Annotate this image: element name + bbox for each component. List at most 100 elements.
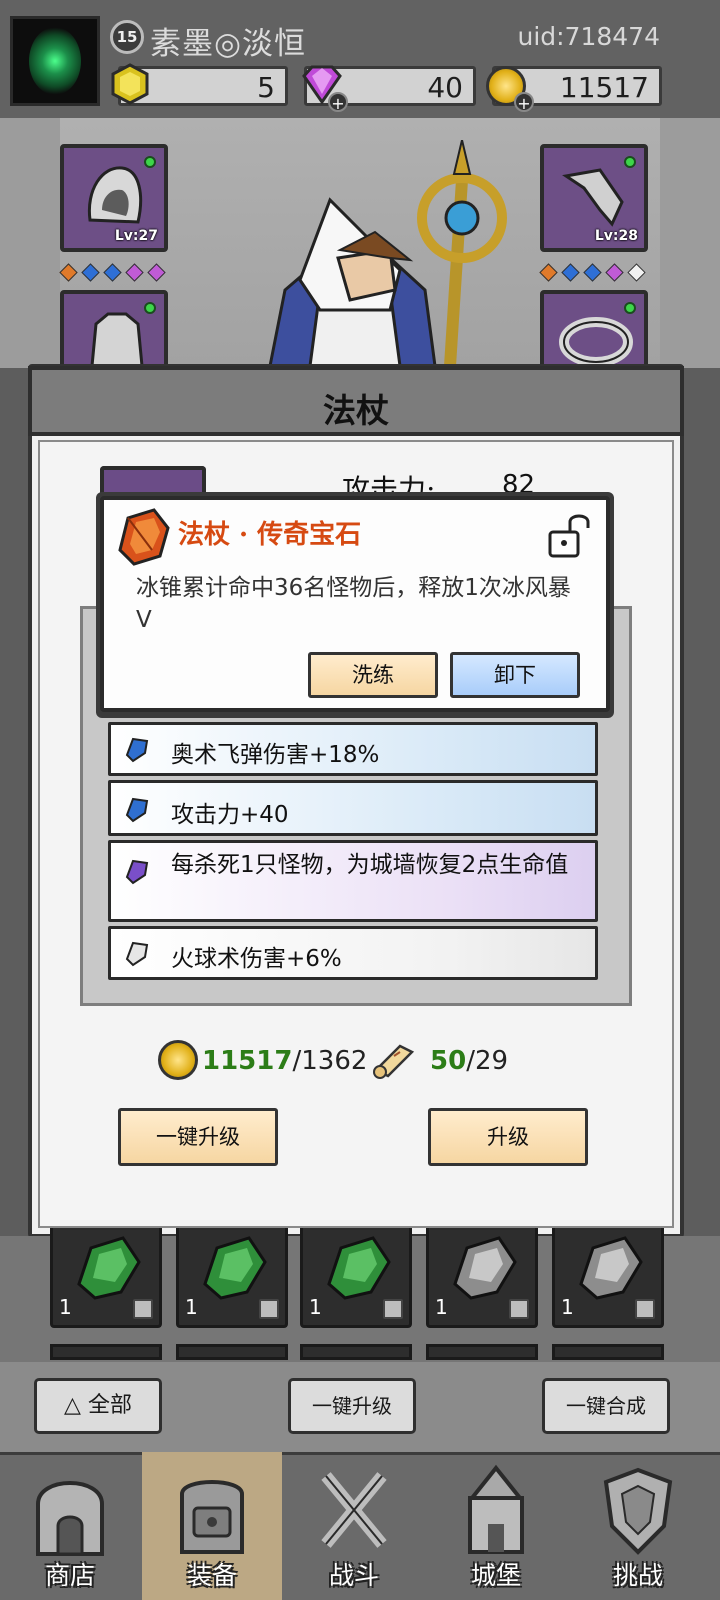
white-gem-icon: [453, 1236, 517, 1300]
affix-row: 每杀死1只怪物，为城墙恢复2点生命值: [108, 840, 598, 922]
equip-slot-ring[interactable]: [540, 290, 648, 370]
equip-slot-robe[interactable]: [60, 290, 168, 370]
player-avatar[interactable]: [10, 16, 100, 106]
nav-equipment[interactable]: 装备: [142, 1452, 282, 1600]
nav-challenge[interactable]: 挑战: [568, 1452, 708, 1600]
green-gem-icon: [327, 1236, 391, 1300]
coin-owned: 11517: [202, 1046, 293, 1076]
filter-all-button[interactable]: △ 全部: [34, 1378, 162, 1434]
upgrade-button[interactable]: 升级: [428, 1108, 588, 1166]
inventory-item-partial[interactable]: [300, 1344, 412, 1360]
inventory-item[interactable]: 1: [50, 1228, 162, 1328]
reroll-button[interactable]: 洗练: [308, 652, 438, 698]
hero-wizard-icon: [268, 140, 507, 366]
merge-all-button[interactable]: 一键合成: [542, 1378, 670, 1434]
robe-icon: [90, 312, 144, 366]
equipped-indicator: [144, 156, 156, 168]
nav-castle[interactable]: 城堡: [426, 1452, 566, 1600]
popup-title: 法杖 · 传奇宝石: [178, 520, 362, 550]
unequip-button[interactable]: 卸下: [450, 652, 580, 698]
add-diamond-button[interactable]: +: [328, 92, 348, 113]
equip-slot-gloves[interactable]: Lv:28: [540, 144, 648, 252]
inventory-item-partial[interactable]: [552, 1344, 664, 1360]
white-gem-icon: [125, 941, 149, 967]
affix-text: 攻击力+40: [171, 802, 289, 828]
panel-title: 法杖: [323, 391, 389, 430]
item-quantity: 1: [185, 1295, 198, 1319]
inventory-item-partial[interactable]: [426, 1344, 538, 1360]
inventory-item[interactable]: 1: [552, 1228, 664, 1328]
equip-slot-helmet[interactable]: Lv:27: [60, 144, 168, 252]
coin-cost-icon: [158, 1040, 198, 1080]
avatar-glow: [29, 27, 81, 95]
affix-row: 火球术伤害+6%: [108, 926, 598, 980]
coin-required: /1362: [292, 1046, 368, 1076]
purple-gem-icon: [125, 859, 149, 885]
nav-label: 城堡: [470, 1561, 521, 1590]
inventory-item[interactable]: 1: [300, 1228, 412, 1328]
blue-gem-icon: [125, 797, 149, 823]
inventory-upgrade-all-button[interactable]: 一键升级: [288, 1378, 416, 1434]
equip-slot-level: Lv:28: [594, 228, 638, 244]
castle-icon: [467, 1464, 525, 1554]
blue-gem-icon: [125, 737, 149, 763]
player-name: 素墨◎淡恒: [150, 26, 307, 62]
item-quantity: 1: [561, 1295, 574, 1319]
backpack-icon: [180, 1480, 244, 1554]
slot-type-icon: [383, 1299, 403, 1319]
player-uid: uid:718474: [517, 22, 660, 51]
slot-type-icon: [509, 1299, 529, 1319]
hood-icon: [87, 166, 143, 224]
inventory-item[interactable]: 1: [426, 1228, 538, 1328]
legendary-gem-popup: 法杖 · 传奇宝石 冰锥累计命中36名怪物后，释放1次冰风暴V 洗练 卸下: [100, 496, 610, 712]
triangle-filter-icon: △: [64, 1393, 81, 1418]
equipped-indicator: [144, 302, 156, 314]
item-quantity: 1: [309, 1295, 322, 1319]
nav-label: 挑战: [612, 1561, 663, 1590]
bracer-icon: [562, 168, 624, 227]
ring-icon: [559, 317, 633, 364]
affix-row: 奥术飞弹伤害+18%: [108, 722, 598, 776]
player-level-badge: 15: [110, 20, 144, 54]
nav-battle[interactable]: 战斗: [284, 1452, 424, 1600]
green-gem-icon: [203, 1236, 267, 1300]
upgrade-all-button[interactable]: 一键升级: [118, 1108, 278, 1166]
filter-all-label: 全部: [87, 1393, 132, 1418]
gold-gem-icon: [111, 63, 149, 105]
scroll-cost: 50/29: [430, 1046, 508, 1076]
item-quantity: 1: [435, 1295, 448, 1319]
nav-shop[interactable]: 商店: [0, 1452, 140, 1600]
equipped-indicator: [624, 156, 636, 168]
equip-slot-level: Lv:27: [114, 228, 158, 244]
crossed-swords-icon: [321, 1472, 387, 1548]
inventory-item-partial[interactable]: [176, 1344, 288, 1360]
green-gem-icon: [77, 1236, 141, 1300]
unlock-icon[interactable]: [544, 510, 592, 560]
slot-type-icon: [259, 1299, 279, 1319]
shield-icon: [603, 1467, 673, 1555]
affix-text: 奥术飞弹伤害+18%: [171, 742, 380, 768]
legendary-gem-icon: [118, 508, 170, 566]
panel-title-bar: 法杖: [28, 366, 684, 436]
slot-type-icon: [635, 1299, 655, 1319]
socket-gems-left: [59, 263, 172, 283]
nav-label: 战斗: [328, 1561, 379, 1590]
diamond-value: 40: [427, 71, 463, 104]
scroll-owned: 50: [430, 1046, 467, 1076]
gold-gem-value: 5: [257, 71, 275, 104]
equipped-indicator: [624, 302, 636, 314]
item-quantity: 1: [59, 1295, 72, 1319]
slot-type-icon: [133, 1299, 153, 1319]
coin-cost: 11517/1362: [202, 1046, 367, 1076]
nav-label: 商店: [44, 1561, 95, 1590]
scroll-icon: [373, 1044, 415, 1079]
popup-description: 冰锥累计命中36名怪物后，释放1次冰风暴V: [136, 575, 571, 633]
inventory-item-partial[interactable]: [50, 1344, 162, 1360]
shop-icon: [36, 1481, 104, 1556]
scroll-required: /29: [466, 1046, 509, 1076]
nav-label: 装备: [186, 1561, 237, 1590]
white-gem-icon: [579, 1236, 643, 1300]
add-coin-button[interactable]: +: [514, 92, 534, 113]
affix-row: 攻击力+40: [108, 780, 598, 836]
inventory-item[interactable]: 1: [176, 1228, 288, 1328]
